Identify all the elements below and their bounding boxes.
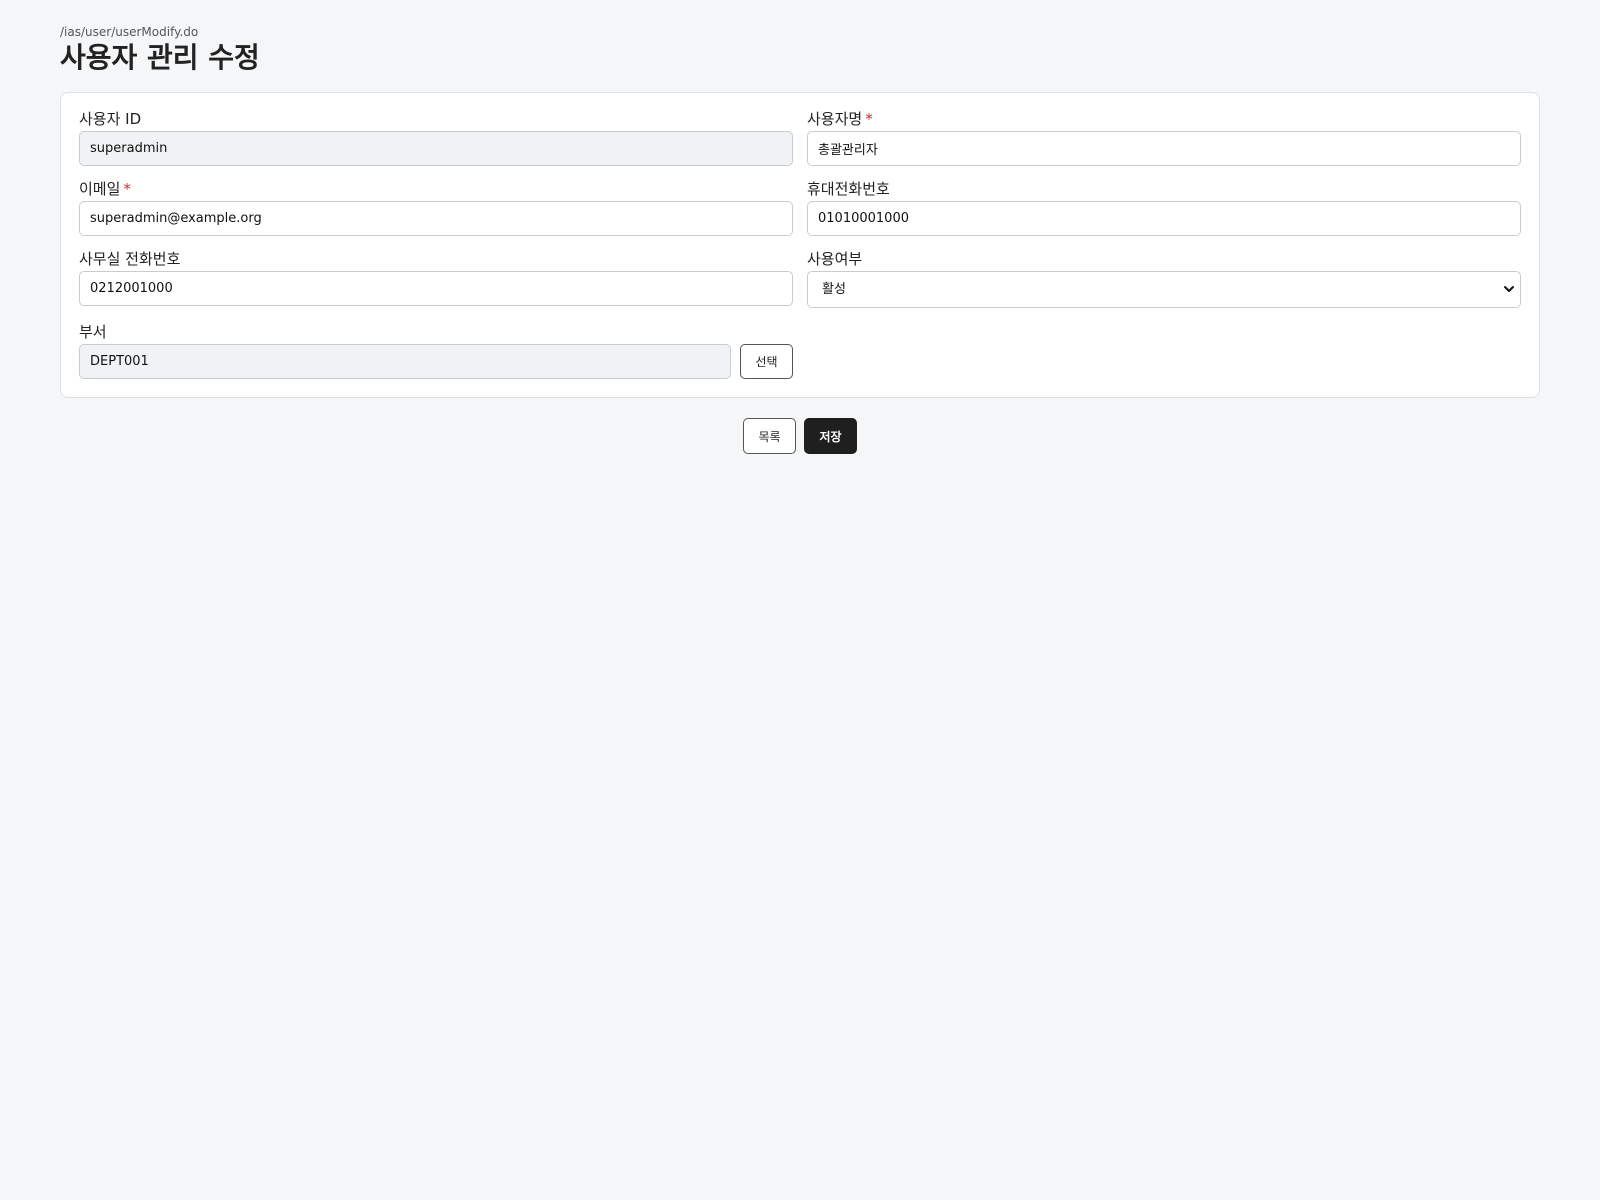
user-name-label-text: 사용자명 <box>807 110 863 128</box>
form-actions: 목록 저장 <box>60 418 1540 454</box>
field-user-id: 사용자 ID <box>79 109 793 166</box>
row-spacer <box>79 236 793 249</box>
mobile-label-text: 휴대전화번호 <box>807 180 890 198</box>
save-button[interactable]: 저장 <box>804 418 857 454</box>
row-spacer <box>79 308 793 322</box>
office-phone-input[interactable] <box>79 271 793 306</box>
row-spacer <box>807 166 1521 179</box>
page-title: 사용자 관리 수정 <box>60 41 260 74</box>
user-id-input[interactable] <box>79 131 793 166</box>
department-label-text: 부서 <box>79 323 107 341</box>
form-grid: 사용자 ID 사용자명* 이메일* 휴대전화번호 사무실 전 <box>79 109 1521 379</box>
mobile-label: 휴대전화번호 <box>807 179 1521 199</box>
required-mark: * <box>123 180 131 198</box>
required-mark: * <box>865 110 873 128</box>
department-input[interactable] <box>79 344 731 379</box>
user-form-card: 사용자 ID 사용자명* 이메일* 휴대전화번호 사무실 전 <box>60 92 1540 398</box>
field-department: 부서 선택 <box>79 322 793 379</box>
email-label: 이메일 * <box>79 179 793 199</box>
department-label: 부서 <box>79 322 793 342</box>
use-status-select[interactable]: 활성 <box>807 271 1521 308</box>
email-label-text: 이메일 <box>79 180 121 198</box>
row-spacer <box>79 166 793 179</box>
row-spacer <box>807 308 1521 322</box>
user-id-label: 사용자 ID <box>79 109 793 129</box>
user-id-label-text: 사용자 ID <box>79 110 142 128</box>
email-input[interactable] <box>79 201 793 236</box>
use-status-label-text: 사용여부 <box>807 250 863 268</box>
department-select-button[interactable]: 선택 <box>740 344 793 379</box>
page-path: /ias/user/userModify.do <box>60 25 199 39</box>
row-spacer <box>807 236 1521 249</box>
user-name-label: 사용자명 * <box>807 109 1521 129</box>
list-button[interactable]: 목록 <box>743 418 796 454</box>
field-email: 이메일 * <box>79 179 793 236</box>
use-status-selected-value[interactable]: 활성 <box>807 271 1521 308</box>
chevron-down-icon <box>1504 286 1514 292</box>
empty-cell <box>807 322 1521 379</box>
field-use-status: 사용여부 활성 <box>807 249 1521 308</box>
field-user-name: 사용자명 * <box>807 109 1521 166</box>
use-status-label: 사용여부 <box>807 249 1521 269</box>
office-phone-label: 사무실 전화번호 <box>79 249 793 269</box>
field-office-phone: 사무실 전화번호 <box>79 249 793 308</box>
field-mobile: 휴대전화번호 <box>807 179 1521 236</box>
office-phone-label-text: 사무실 전화번호 <box>79 250 181 268</box>
page: /ias/user/userModify.do 사용자 관리 수정 사용자 ID… <box>0 0 1600 1200</box>
user-name-input[interactable] <box>807 131 1521 166</box>
mobile-input[interactable] <box>807 201 1521 236</box>
department-row: 선택 <box>79 344 793 379</box>
